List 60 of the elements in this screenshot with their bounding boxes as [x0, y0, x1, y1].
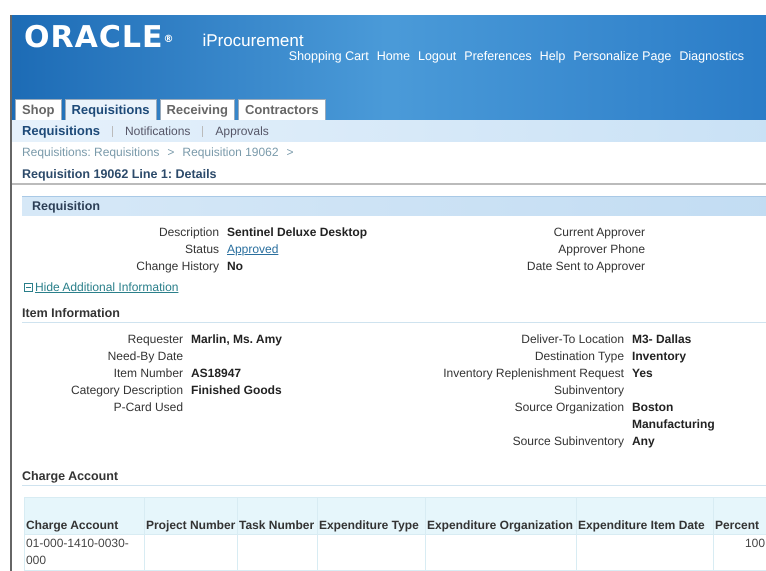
field-label: Change History: [135, 258, 219, 275]
column-header: Expenditure Item Date: [576, 498, 714, 534]
field-label: Category Description: [70, 382, 183, 399]
column-header: Project Number: [144, 498, 238, 534]
hide-info-link[interactable]: Hide Additional Information: [24, 278, 766, 296]
field-label: Status: [184, 241, 219, 258]
subtab[interactable]: Notifications: [125, 122, 190, 140]
field-label: Requester: [126, 331, 183, 348]
field-label: Current Approver: [552, 224, 645, 241]
field-value: Yes: [632, 365, 654, 382]
field-label: P-Card Used: [112, 399, 183, 416]
field-value: Inventory: [632, 348, 688, 365]
field-label: Inventory Replenishment Request: [442, 365, 624, 382]
column-header: Percent: [714, 498, 766, 534]
tab[interactable]: Requisitions: [64, 99, 157, 120]
table-cell: 01-000-1410-0030-000: [24, 534, 144, 570]
global-link[interactable]: Personalize Page: [573, 47, 672, 66]
column-header: Expenditure Organization: [426, 498, 576, 534]
tab[interactable]: Shop: [15, 99, 62, 120]
status-link[interactable]: Approved: [227, 241, 278, 258]
field-value: Boston Manufacturing: [632, 399, 716, 433]
oracle-logo: ORACLE$^{®}$: [24, 21, 174, 55]
field-value: M3- Dallas: [632, 331, 692, 348]
field-value: Marlin, Ms. Amy: [191, 331, 283, 348]
page-title: Requisition 19062 Line 1: Details: [22, 166, 218, 183]
tab[interactable]: Contractors: [238, 99, 326, 120]
section-title: Charge Account: [22, 468, 120, 485]
column-header: Charge Account: [24, 498, 144, 534]
subtab[interactable]: Approvals: [215, 122, 269, 140]
field-label: Need-By Date: [106, 348, 183, 365]
breadcrumb-separator: >: [286, 144, 294, 161]
column-header: Expenditure Type: [318, 498, 426, 534]
field-value: Any: [632, 433, 656, 450]
global-link[interactable]: Preferences: [464, 47, 532, 66]
global-link[interactable]: Help: [540, 47, 566, 66]
section-header: Requisition: [22, 196, 766, 216]
field-label: Date Sent to Approver: [526, 258, 645, 275]
field-label: Approver Phone: [557, 241, 645, 258]
section-title: Item Information: [22, 305, 121, 322]
breadcrumb-link[interactable]: Requisition 19062: [182, 144, 278, 161]
global-link[interactable]: Diagnostics: [679, 47, 744, 66]
subtab[interactable]: Requisitions: [22, 121, 100, 141]
field-label: Destination Type: [534, 348, 624, 365]
global-link[interactable]: Logout: [418, 47, 456, 66]
field-label: Description: [158, 224, 219, 241]
field-label: Deliver-To Location: [520, 331, 624, 348]
breadcrumb-separator: >: [167, 144, 174, 161]
field-value: No: [227, 258, 244, 275]
field-label: Item Number: [112, 365, 183, 382]
field-label: Source Organization: [514, 399, 624, 416]
column-header: Task Number: [238, 498, 318, 534]
global-link[interactable]: Home: [376, 47, 410, 66]
field-value: Sentinel Deluxe Desktop: [227, 224, 368, 241]
minus-box-icon: [24, 282, 33, 292]
tab[interactable]: Receiving: [160, 99, 235, 120]
field-label: Source Subinventory: [512, 433, 624, 450]
breadcrumb-link[interactable]: Requisitions: Requisitions: [22, 144, 160, 161]
field-value: Finished Goods: [191, 382, 283, 399]
field-value: AS18947: [191, 365, 242, 382]
field-label: Subinventory: [552, 382, 624, 399]
